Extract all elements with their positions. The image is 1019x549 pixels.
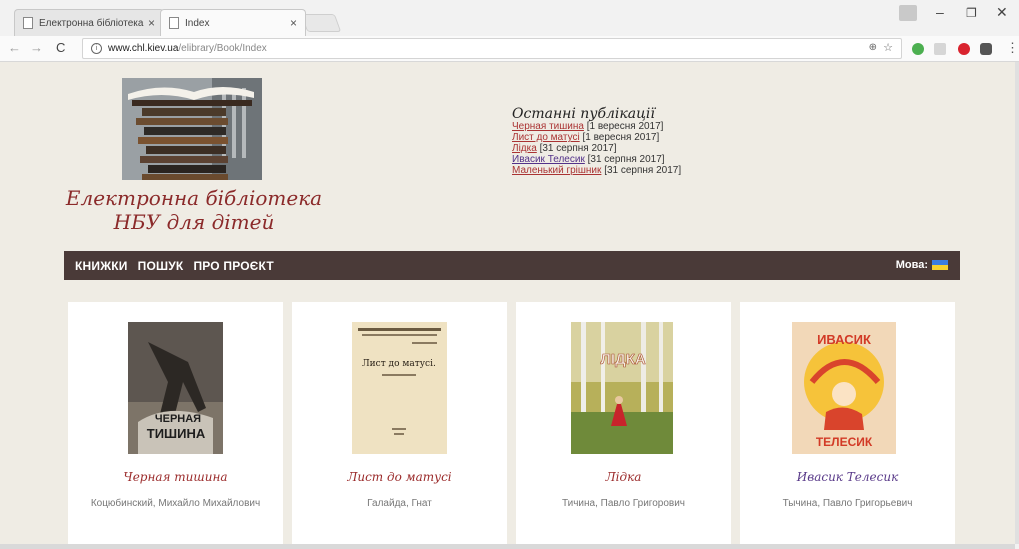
recent-heading: Останні публікації — [512, 106, 655, 122]
restore-icon[interactable]: ❐ — [966, 6, 977, 20]
bookmark-star-icon[interactable]: ☆ — [883, 41, 893, 54]
language-label: Мова: — [895, 259, 928, 271]
recent-item: Черная тишина [1 вересня 2017] — [512, 121, 681, 132]
tab-label: Index — [185, 17, 210, 29]
nav-books[interactable]: КНИЖКИ — [75, 259, 128, 273]
recent-item: Лист до матусі [1 вересня 2017] — [512, 132, 681, 143]
book-card: ЧЕРНАЯ ТИШИНА Черная тишина Коцюбинский,… — [68, 302, 283, 544]
logo-books-image[interactable] — [122, 78, 262, 180]
close-window-icon[interactable]: ✕ — [996, 4, 1008, 21]
page-icon — [169, 17, 179, 29]
recent-link[interactable]: Черная тишина — [512, 121, 584, 132]
back-icon[interactable]: ← — [8, 40, 21, 55]
adblock-icon[interactable] — [958, 43, 970, 55]
book-cover-image[interactable]: ЛІДКА — [571, 322, 673, 454]
nav-about[interactable]: ПРО ПРОЄКТ — [193, 259, 273, 273]
tab-index[interactable]: Index × — [160, 9, 306, 36]
svg-text:ЛІДКА: ЛІДКА — [600, 351, 646, 368]
tab-elibrary[interactable]: Електронна бібліотека × — [14, 9, 164, 36]
recent-date: [1 вересня 2017] — [586, 121, 664, 132]
recent-item: Лідка [31 серпня 2017] — [512, 143, 681, 154]
book-card: ИВАСИК ТЕЛЕСИК Ивасик Телесик Тычина, Па… — [740, 302, 955, 544]
book-author: Тычина, Павло Григорьевич — [782, 498, 913, 509]
tab-label: Електронна бібліотека — [39, 17, 144, 29]
recent-date: [31 серпня 2017] — [604, 165, 682, 176]
vertical-scrollbar[interactable] — [1015, 62, 1019, 544]
minimize-icon[interactable]: – — [936, 4, 944, 20]
recent-item: Ивасик Телесик [31 серпня 2017] — [512, 154, 681, 165]
svg-text:ИВАСИК: ИВАСИК — [817, 332, 871, 347]
recent-item: Маленький грішник [31 серпня 2017] — [512, 165, 681, 176]
recent-link[interactable]: Ивасик Телесик — [512, 154, 585, 165]
url-path: /elibrary/Book/Index — [178, 43, 267, 54]
site-title-line2: НБУ для дітей — [113, 210, 275, 234]
new-tab-button[interactable] — [300, 14, 342, 32]
zoom-icon[interactable]: ⊕ — [869, 42, 877, 53]
recent-publications: Останні публікації Черная тишина [1 вере… — [512, 106, 681, 176]
browser-toolbar: ← → C i www.chl.kiev.ua/elibrary/Book/In… — [0, 36, 1019, 62]
page-icon — [23, 17, 33, 29]
language-selector[interactable]: Мова: — [896, 259, 948, 271]
book-title[interactable]: Лідка — [516, 470, 731, 484]
menu-icon[interactable]: ⋮ — [1006, 40, 1019, 56]
horizontal-scrollbar[interactable] — [0, 544, 1015, 549]
extension-icon[interactable] — [934, 43, 946, 55]
page-content: Електронна бібліотека НБУ для дітей Оста… — [0, 62, 1015, 544]
svg-text:ЧЕРНАЯ: ЧЕРНАЯ — [155, 413, 201, 425]
info-icon[interactable]: i — [91, 43, 102, 54]
close-tab-icon[interactable]: × — [290, 16, 297, 30]
ukraine-flag-icon[interactable] — [932, 260, 948, 270]
recent-date: [31 серпня 2017] — [587, 154, 665, 165]
svg-text:Лист до матусі.: Лист до матусі. — [362, 359, 436, 369]
recent-date: [1 вересня 2017] — [582, 132, 660, 143]
pocket-icon[interactable] — [980, 43, 992, 55]
book-title[interactable]: Черная тишина — [68, 470, 283, 484]
book-cover-image[interactable]: ИВАСИК ТЕЛЕСИК — [792, 322, 896, 454]
book-title[interactable]: Ивасик Телесик — [740, 470, 955, 484]
profile-icon[interactable] — [899, 5, 917, 21]
recent-link[interactable]: Маленький грішник — [512, 165, 601, 176]
url-domain: www.chl.kiev.ua — [108, 43, 179, 54]
nav-search[interactable]: ПОШУК — [138, 259, 184, 273]
recent-link[interactable]: Лідка — [512, 143, 537, 154]
book-author: Галайда, Гнат — [367, 498, 432, 509]
book-card: ЛІДКА Лідка Тичина, Павло Григорович — [516, 302, 731, 544]
recent-date: [31 серпня 2017] — [539, 143, 617, 154]
tab-strip: Електронна бібліотека × Index × – ❐ ✕ — [0, 0, 1019, 36]
close-tab-icon[interactable]: × — [148, 16, 155, 30]
forward-icon[interactable]: → — [30, 40, 43, 55]
extension-check-icon[interactable] — [912, 43, 924, 55]
book-author: Коцюбинский, Михайло Михайлович — [90, 498, 261, 509]
book-title[interactable]: Лист до матусі — [292, 470, 507, 484]
book-cover-image[interactable]: Лист до матусі. — [352, 322, 447, 454]
book-author: Тичина, Павло Григорович — [561, 498, 686, 509]
reload-icon[interactable]: C — [56, 40, 65, 55]
site-title[interactable]: Електронна бібліотека НБУ для дітей — [64, 186, 324, 234]
address-bar[interactable]: i www.chl.kiev.ua/elibrary/Book/Index ⊕ … — [82, 38, 902, 59]
svg-text:ТИШИНА: ТИШИНА — [147, 426, 206, 441]
site-title-line1: Електронна бібліотека — [65, 186, 323, 210]
book-card: Лист до матусі. Лист до матусі Галайда, … — [292, 302, 507, 544]
book-cover-image[interactable]: ЧЕРНАЯ ТИШИНА — [128, 322, 223, 454]
main-nav: КНИЖКИ ПОШУК ПРО ПРОЄКТ Мова: — [64, 251, 960, 280]
recent-link[interactable]: Лист до матусі — [512, 132, 580, 143]
svg-text:ТЕЛЕСИК: ТЕЛЕСИК — [816, 435, 873, 449]
